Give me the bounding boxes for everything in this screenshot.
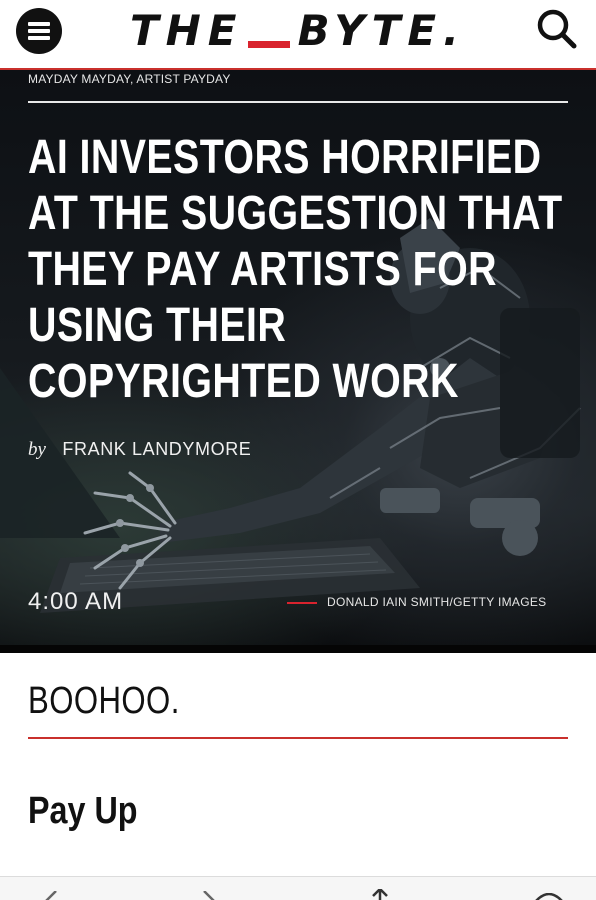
headline-line: USING THEIR	[28, 299, 287, 352]
logo-text-the: THE	[130, 5, 244, 55]
site-logo[interactable]: THE BYTE.	[130, 4, 466, 56]
browser-toolbar	[0, 876, 596, 900]
logo-text-byte: BYTE.	[297, 5, 466, 55]
author-name[interactable]: FRANK LANDYMORE	[62, 439, 251, 459]
logo-red-rule	[247, 40, 290, 48]
article-headline: AI INVESTORS HORRIFIED AT THE SUGGESTION…	[28, 130, 563, 410]
credit-red-rule	[287, 602, 317, 604]
headline-line: COPYRIGHTED WORK	[28, 355, 459, 408]
back-arrow-icon[interactable]	[40, 891, 64, 900]
article-subhead: Pay Up	[28, 790, 138, 832]
hero-bottom-band	[0, 645, 596, 653]
headline-line: AI INVESTORS HORRIFIED	[28, 131, 542, 184]
hamburger-menu-icon[interactable]	[16, 8, 62, 54]
byline-prefix: by	[28, 439, 46, 460]
forward-arrow-icon[interactable]	[196, 891, 220, 900]
publish-time: 4:00 AM	[28, 588, 124, 615]
dek-divider	[28, 737, 568, 739]
byline: by FRANK LANDYMORE	[28, 439, 251, 461]
hero-image: MAYDAY MAYDAY, ARTIST PAYDAY AI INVESTOR…	[0, 68, 596, 653]
article-kicker[interactable]: MAYDAY MAYDAY, ARTIST PAYDAY	[28, 72, 231, 86]
search-icon[interactable]	[534, 6, 580, 52]
article-dek: BOOHOO.	[28, 680, 180, 722]
site-header: THE BYTE.	[0, 0, 596, 68]
kicker-divider	[28, 101, 568, 103]
share-icon[interactable]	[368, 889, 392, 900]
compass-icon[interactable]	[534, 893, 564, 900]
headline-line: THEY PAY ARTISTS FOR	[28, 243, 497, 296]
hero-top-accent-line	[0, 68, 596, 70]
image-credit: DONALD IAIN SMITH/GETTY IMAGES	[327, 595, 547, 609]
headline-line: AT THE SUGGESTION THAT	[28, 187, 563, 240]
